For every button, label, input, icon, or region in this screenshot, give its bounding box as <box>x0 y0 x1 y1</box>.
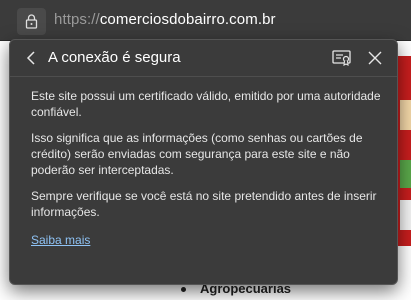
secure-transmission-text: Isso significa que as informações (como … <box>31 131 363 177</box>
url-scheme: https:// <box>54 11 100 28</box>
page-banner-block <box>400 100 411 130</box>
verify-site-text: Sempre verifique se você está no site pr… <box>31 189 377 219</box>
close-button[interactable] <box>365 48 385 68</box>
close-icon <box>368 51 382 65</box>
flyout-header: A conexão é segura <box>10 40 397 76</box>
url-host: comerciosdobairro.com.br <box>99 11 276 28</box>
chevron-left-icon <box>26 51 35 65</box>
certificate-valid-text: Este site possui um certificado válido, … <box>31 89 381 119</box>
bullet-icon <box>181 287 186 293</box>
learn-more-link[interactable]: Saiba mais <box>31 232 90 248</box>
address-bar: https://comerciosdobairro.com.br <box>0 0 411 41</box>
certificate-icon <box>332 50 351 66</box>
back-button[interactable] <box>24 49 40 67</box>
page-banner-block <box>400 200 411 230</box>
flyout-divider <box>10 76 397 77</box>
url-field[interactable]: https://comerciosdobairro.com.br <box>54 11 276 28</box>
certificate-button[interactable] <box>331 48 353 68</box>
page-banner-block <box>400 160 411 188</box>
site-info-button[interactable] <box>17 8 46 35</box>
flyout-body: Este site possui um certificado válido, … <box>31 88 381 248</box>
connection-security-flyout: A conexão é segura Este site possui um c… <box>9 39 398 285</box>
lock-icon <box>25 14 38 29</box>
flyout-title: A conexão é segura <box>48 49 181 66</box>
